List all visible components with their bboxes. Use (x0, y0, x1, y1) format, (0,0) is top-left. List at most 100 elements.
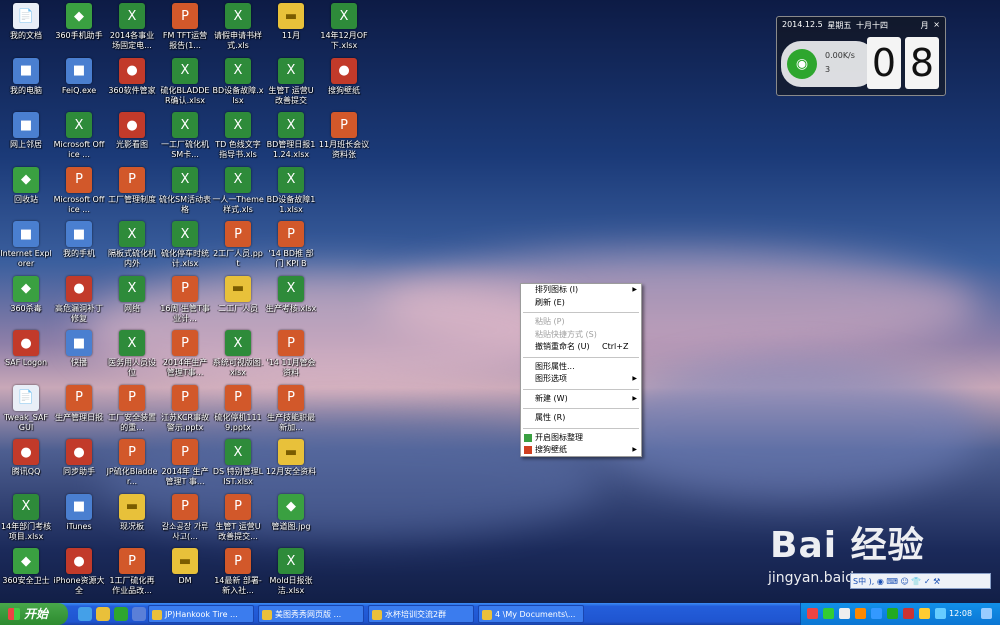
context-menu-item[interactable]: 粘贴快捷方式 (S) (521, 329, 641, 342)
taskbar-window-button[interactable]: JP)Hankook Tire ... (148, 605, 254, 623)
desktop-icon[interactable]: P JP硫化Bladder... (106, 439, 158, 487)
desktop-icon[interactable]: P 工厂管理制度 (106, 166, 158, 205)
desktop-icon[interactable]: ● iPhone资源大全 (53, 548, 105, 596)
tray-ime-icon[interactable] (871, 608, 882, 619)
desktop-icon[interactable]: X BD设备故障11.xlsx (265, 166, 317, 215)
taskbar-window-button[interactable]: 水杯培训交流2群 (368, 605, 474, 623)
context-menu-item[interactable]: 图形选项 ▶ (521, 373, 641, 386)
desktop-icon[interactable]: ● 360软件管家 (106, 57, 158, 96)
quick-launch-desktop-icon[interactable] (132, 607, 146, 621)
desktop-icon[interactable]: X BD管理日报11.24.xlsx (265, 112, 317, 160)
context-menu-item[interactable]: 排列图标 (I) ▶ (521, 284, 641, 297)
desktop-icon[interactable]: X 硫化BLADDER确认.xlsx (159, 57, 211, 106)
desktop-icon[interactable]: ▬ 12月安全资料 (265, 439, 317, 477)
desktop-icon[interactable]: P 江苏KCR事故警示.pptx (159, 384, 211, 433)
start-button[interactable]: 开始 (0, 603, 68, 625)
taskbar-window-button[interactable]: 美图秀秀网页版 ... (258, 605, 364, 623)
desktop-icon[interactable]: X BD设备故障.xlsx (212, 57, 264, 106)
tray-volume-icon[interactable] (839, 608, 850, 619)
desktop-icon[interactable]: ◆ 管道图.jpg (265, 493, 317, 532)
desktop-icon[interactable]: P 2014年生产管理T事... (159, 330, 211, 378)
desktop-icon[interactable]: X 网络 (106, 275, 158, 314)
context-menu-item[interactable]: 刷新 (E) (521, 297, 641, 310)
tray-security-icon[interactable] (807, 608, 818, 619)
desktop-icon[interactable]: P '14 BD推 部门 KPI B (265, 221, 317, 269)
clock-close-icon[interactable]: × (933, 20, 940, 31)
desktop-icon[interactable]: ■ iTunes (53, 493, 105, 532)
desktop-icon[interactable]: ● SAF Logon (0, 330, 52, 368)
desktop-icon[interactable]: P 硫化停机1119.pptx (212, 384, 264, 433)
desktop-icon[interactable]: X 14年12月OF下.xlsx (318, 3, 370, 51)
desktop-icon[interactable]: ◆ 360手机助手 (53, 3, 105, 41)
desktop-icon[interactable]: X 一人一Theme样式.xls (212, 166, 264, 215)
desktop-icon[interactable]: X Mold日报张洁.xlsx (265, 548, 317, 596)
desktop-icon[interactable]: ■ Internet Explorer (0, 221, 52, 269)
desktop-icon[interactable]: ▬ 11月 (265, 3, 317, 41)
desktop-icon[interactable]: X 硫化停车时统计.xlsx (159, 221, 211, 269)
tray-360-icon[interactable] (887, 608, 898, 619)
quick-launch-app-icon[interactable] (114, 607, 128, 621)
desktop-icon[interactable]: ● 腾讯QQ (0, 439, 52, 477)
desktop-icon[interactable]: P 11月班长会议资料张 (318, 112, 370, 160)
desktop-icon[interactable]: P 16周 生管T事业计... (159, 275, 211, 324)
desktop-icon[interactable]: ■ 快播 (53, 330, 105, 368)
tray-qq-icon[interactable] (855, 608, 866, 619)
desktop-icon[interactable]: ■ 我的手机 (53, 221, 105, 259)
desktop-icon[interactable]: P Microsoft Office ... (53, 166, 105, 215)
desktop-icon[interactable]: P 갈소공장 가류 사고(... (159, 493, 211, 542)
clock-settings-icon[interactable]: 月 (921, 20, 929, 31)
desktop-icon[interactable]: X 2014各事业场固定电... (106, 3, 158, 51)
desktop-icon[interactable]: P 生管T 运营U改善提交... (212, 493, 264, 542)
desktop-icon[interactable]: X 生产考核.xlsx (265, 275, 317, 314)
tray-settings-icon[interactable] (981, 608, 992, 619)
context-menu-item[interactable]: 开启图标整理 (521, 432, 641, 445)
tray-app-icon[interactable] (903, 608, 914, 619)
desktop-icon[interactable]: P 14最新 部署-新入社... (212, 548, 264, 596)
desktop-icon[interactable]: P FM TFT运营报告(1... (159, 3, 211, 51)
ime-toolbar[interactable]: S中 ), ◉ ⌨ ☺ 👕 ✓ ⚒ (850, 573, 991, 589)
desktop-icon[interactable]: X 一工厂硫化机SM卡... (159, 112, 211, 160)
desktop-icon[interactable]: X 医务用人员设位 (106, 330, 158, 378)
desktop-icon[interactable]: P 生产技能职最新加... (265, 384, 317, 433)
desktop-icon[interactable]: ▬ DM (159, 548, 211, 586)
desktop-icon[interactable]: ◆ 360安全卫士 (0, 548, 52, 586)
tray-lock-icon[interactable] (919, 608, 930, 619)
desktop-icon[interactable]: X 请假申请书样式.xls (212, 3, 264, 51)
desktop-icon[interactable]: X 14年部门考核项目.xlsx (0, 493, 52, 542)
desktop-icon[interactable]: P 2014年 生产管理T 事... (159, 439, 211, 487)
context-menu-item[interactable]: 属性 (R) (521, 412, 641, 425)
desktop-icon[interactable]: 📄 Tweak_SAF GUI (0, 384, 52, 433)
network-speed-panel[interactable]: ◉ 0.00K/s 3 (781, 41, 876, 87)
context-menu-item[interactable]: 撤销重命名 (U) Ctrl+Z (521, 341, 641, 354)
taskbar-window-button[interactable]: 4 \My Documents\... (478, 605, 584, 623)
desktop[interactable]: 📄 我的文档 ■ 我的电脑 ■ 网上邻居 ◆ 回收站 ■ Internet Explorer ◆ 36… (0, 0, 1000, 603)
desktop-icon[interactable]: X 生管T 运营U改善提交 (265, 57, 317, 106)
desktop-icon[interactable]: P 工厂安全装置的重... (106, 384, 158, 433)
desktop-icon[interactable]: ● 高危漏洞补丁修复 (53, 275, 105, 324)
desktop-icon[interactable]: P 2工厂人员.ppt (212, 221, 264, 269)
desktop-icon[interactable]: X 硫化SM活动表格 (159, 166, 211, 215)
desktop-icon[interactable]: ■ FeiQ.exe (53, 57, 105, 96)
desktop-icon[interactable]: ▬ 二工厂人员 (212, 275, 264, 314)
desktop-icon[interactable]: X TD 色线文字指导书.xls (212, 112, 264, 160)
quick-launch-ie-icon[interactable] (78, 607, 92, 621)
desktop-icon[interactable]: X 隔板式硫化机内外 (106, 221, 158, 269)
context-menu-item[interactable]: 新建 (W) ▶ (521, 393, 641, 406)
clock-widget[interactable]: 2014.12.5 星期五 十月十四 月 × ◉ 0.00K/s 3 0 8 (776, 16, 946, 96)
desktop-icon[interactable]: P 1工厂硫化再作业品改... (106, 548, 158, 596)
desktop-icon[interactable]: ■ 网上邻居 (0, 112, 52, 150)
desktop-icon[interactable]: X 系统可视版图.xlsx (212, 330, 264, 378)
desktop-icon[interactable]: ● 光影看图 (106, 112, 158, 150)
desktop-icon[interactable]: P '14 11月管会资料 (265, 330, 317, 378)
desktop-icon[interactable]: P 生产管理日报 (53, 384, 105, 423)
desktop-icon[interactable]: ◆ 回收站 (0, 166, 52, 205)
desktop-icon[interactable]: ● 同步助手 (53, 439, 105, 477)
desktop-icon[interactable]: ◆ 360杀毒 (0, 275, 52, 314)
desktop-icon[interactable]: ■ 我的电脑 (0, 57, 52, 96)
quick-launch-folder-icon[interactable] (96, 607, 110, 621)
desktop-icon[interactable]: X DS 特别管理LIST.xlsx (212, 439, 264, 487)
desktop-icon[interactable]: ▬ 现况板 (106, 493, 158, 532)
tray-network-icon[interactable] (823, 608, 834, 619)
context-menu-item[interactable]: 粘贴 (P) (521, 316, 641, 329)
desktop-icon[interactable]: ● 搜狗壁纸 (318, 57, 370, 96)
